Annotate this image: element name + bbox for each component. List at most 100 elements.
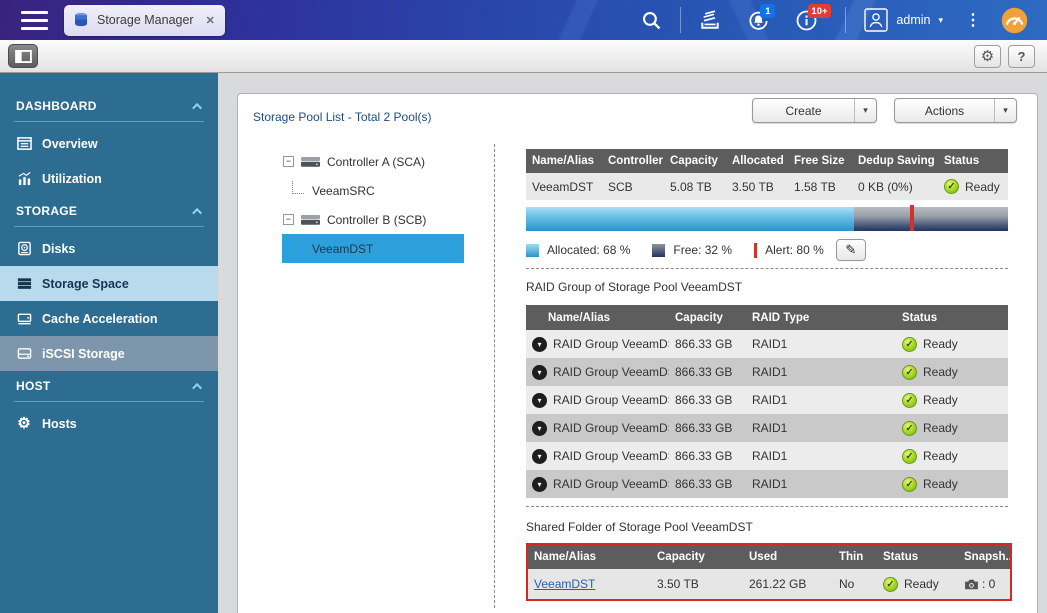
shared-folder-link[interactable]: VeeamDST	[534, 577, 595, 591]
tree-node-veeamdst[interactable]: VeeamDST	[282, 234, 464, 263]
sidebar-item-iscsi-storage[interactable]: iSCSI Storage	[0, 336, 218, 371]
cell-name: ▾RAID Group VeeamDST...	[526, 358, 669, 386]
sidebar-item-overview[interactable]: Overview	[0, 126, 218, 161]
col-status[interactable]: Status	[896, 305, 1008, 330]
user-caret-icon: ▾	[938, 14, 943, 25]
main-menu-icon[interactable]	[21, 10, 48, 30]
caret-down-icon: ▾	[854, 99, 876, 122]
secondary-toolbar: ⚙ ?	[0, 40, 1047, 73]
col-name-alias[interactable]: Name/Alias	[526, 149, 602, 173]
sidebar-item-utilization[interactable]: Utilization	[0, 161, 218, 196]
user-menu[interactable]: admin ▾	[864, 8, 943, 32]
table-row[interactable]: ▾RAID Group VeeamDST... 866.33 GB RAID1 …	[526, 358, 1008, 386]
allocated-swatch	[526, 243, 539, 257]
settings-button[interactable]: ⚙	[974, 44, 1001, 68]
capacity-alert-marker	[909, 205, 914, 231]
overview-icon	[16, 136, 32, 152]
tree-node-controller-a[interactable]: − Controller A (SCA)	[263, 147, 473, 176]
tree-node-label: Controller B (SCB)	[327, 212, 427, 227]
shared-table-highlight: Name/Alias Capacity Used Thin Status Sna…	[526, 543, 1012, 601]
chevron-up-icon	[192, 207, 203, 218]
shared-section-title: Shared Folder of Storage Pool VeeamDST	[526, 520, 753, 534]
horizontal-divider	[526, 506, 1008, 507]
notifications-icon[interactable]: 1	[741, 3, 776, 37]
col-capacity[interactable]: Capacity	[664, 149, 726, 173]
pool-detail-panel: Name/Alias Controller Capacity Allocated…	[526, 149, 1012, 601]
col-name-alias[interactable]: Name/Alias	[528, 545, 651, 569]
table-row[interactable]: VeeamDST SCB 5.08 TB 3.50 TB 1.58 TB 0 K…	[526, 173, 1008, 200]
help-button[interactable]: ?	[1008, 44, 1035, 68]
alerts-icon[interactable]: 10+	[789, 3, 831, 37]
sidebar-item-disks[interactable]: Disks	[0, 231, 218, 266]
table-row[interactable]: VeeamDST 3.50 TB 261.22 GB No ✓ Ready : 0	[528, 569, 1010, 599]
expand-row-icon[interactable]: ▾	[532, 392, 547, 408]
table-row[interactable]: ▾RAID Group VeeamDST... 866.33 GB RAID1 …	[526, 330, 1008, 358]
cell-status: ✓ Ready	[938, 173, 1008, 200]
col-snapshot[interactable]: Snapsh...	[958, 545, 1010, 569]
tab-close-icon[interactable]: ✕	[206, 14, 215, 27]
background-tasks-icon[interactable]	[693, 3, 727, 37]
actions-button[interactable]: Actions ▾	[894, 98, 1017, 123]
col-thin[interactable]: Thin	[833, 545, 877, 569]
cell-raid-type: RAID1	[746, 330, 896, 358]
tab-storage-manager[interactable]: Storage Manager ✕	[64, 4, 225, 36]
col-raid-type[interactable]: RAID Type	[746, 305, 896, 330]
col-allocated[interactable]: Allocated	[726, 149, 788, 173]
more-options-icon[interactable]: ⋮	[965, 10, 981, 30]
resource-monitor-icon[interactable]	[997, 3, 1031, 37]
table-row[interactable]: ▾RAID Group VeeamDST... 866.33 GB RAID1 …	[526, 414, 1008, 442]
col-free-size[interactable]: Free Size	[788, 149, 852, 173]
col-used[interactable]: Used	[743, 545, 833, 569]
create-button[interactable]: Create ▾	[752, 98, 877, 123]
table-row[interactable]: ▾RAID Group VeeamDST... 866.33 GB RAID1 …	[526, 470, 1008, 498]
search-icon[interactable]	[634, 3, 668, 37]
col-capacity[interactable]: Capacity	[669, 305, 746, 330]
expand-row-icon[interactable]: ▾	[532, 336, 547, 352]
section-label: DASHBOARD	[16, 99, 97, 113]
table-row[interactable]: ▾RAID Group VeeamDST... 866.33 GB RAID1 …	[526, 386, 1008, 414]
capacity-bar	[526, 205, 1008, 231]
panel-toggle-button[interactable]	[8, 44, 38, 68]
cache-acceleration-icon	[16, 311, 32, 327]
cell-capacity: 3.50 TB	[651, 569, 743, 599]
col-controller[interactable]: Controller	[602, 149, 664, 173]
tree-node-veeamsrc[interactable]: VeeamSRC	[282, 176, 464, 205]
tree-node-controller-b[interactable]: − Controller B (SCB)	[263, 205, 473, 234]
sidebar-item-hosts[interactable]: ⚙ Hosts	[0, 406, 218, 441]
cell-thin: No	[833, 569, 877, 599]
divider	[14, 226, 204, 227]
collapse-icon[interactable]: −	[283, 214, 294, 225]
expand-row-icon[interactable]: ▾	[532, 476, 547, 492]
actions-button-label: Actions	[924, 103, 965, 118]
col-capacity[interactable]: Capacity	[651, 545, 743, 569]
section-label: STORAGE	[16, 204, 78, 218]
controller-icon	[301, 214, 320, 225]
raid-table-header-row: Name/Alias Capacity RAID Type Status	[526, 305, 1008, 330]
sidebar-section-storage[interactable]: STORAGE	[0, 196, 218, 226]
sidebar-item-cache-acceleration[interactable]: Cache Acceleration	[0, 301, 218, 336]
col-status[interactable]: Status	[877, 545, 958, 569]
user-icon	[864, 8, 889, 32]
expand-row-icon[interactable]: ▾	[532, 448, 547, 464]
expand-row-icon[interactable]: ▾	[532, 420, 547, 436]
storage-space-icon	[16, 276, 32, 292]
collapse-icon[interactable]: −	[283, 156, 294, 167]
sidebar-section-host[interactable]: HOST	[0, 371, 218, 401]
topbar-divider	[845, 7, 847, 33]
disks-icon	[16, 241, 32, 257]
iscsi-storage-icon	[16, 346, 32, 362]
col-name-alias[interactable]: Name/Alias	[526, 305, 669, 330]
cell-capacity: 866.33 GB	[669, 358, 746, 386]
sidebar-section-dashboard[interactable]: DASHBOARD	[0, 91, 218, 121]
status-ok-icon: ✓	[902, 476, 917, 492]
expand-row-icon[interactable]: ▾	[532, 364, 547, 380]
sidebar-item-storage-space[interactable]: Storage Space	[0, 266, 218, 301]
edit-alert-button[interactable]: ✎	[835, 239, 866, 261]
sidebar-item-label: Disks	[42, 241, 76, 256]
cell-capacity: 5.08 TB	[664, 173, 726, 200]
col-dedup-saving[interactable]: Dedup Saving	[852, 149, 938, 173]
sidebar-item-label: Hosts	[42, 416, 77, 431]
table-row[interactable]: ▾RAID Group VeeamDST... 866.33 GB RAID1 …	[526, 442, 1008, 470]
col-status[interactable]: Status	[938, 149, 1008, 173]
storage-manager-icon	[73, 12, 89, 28]
